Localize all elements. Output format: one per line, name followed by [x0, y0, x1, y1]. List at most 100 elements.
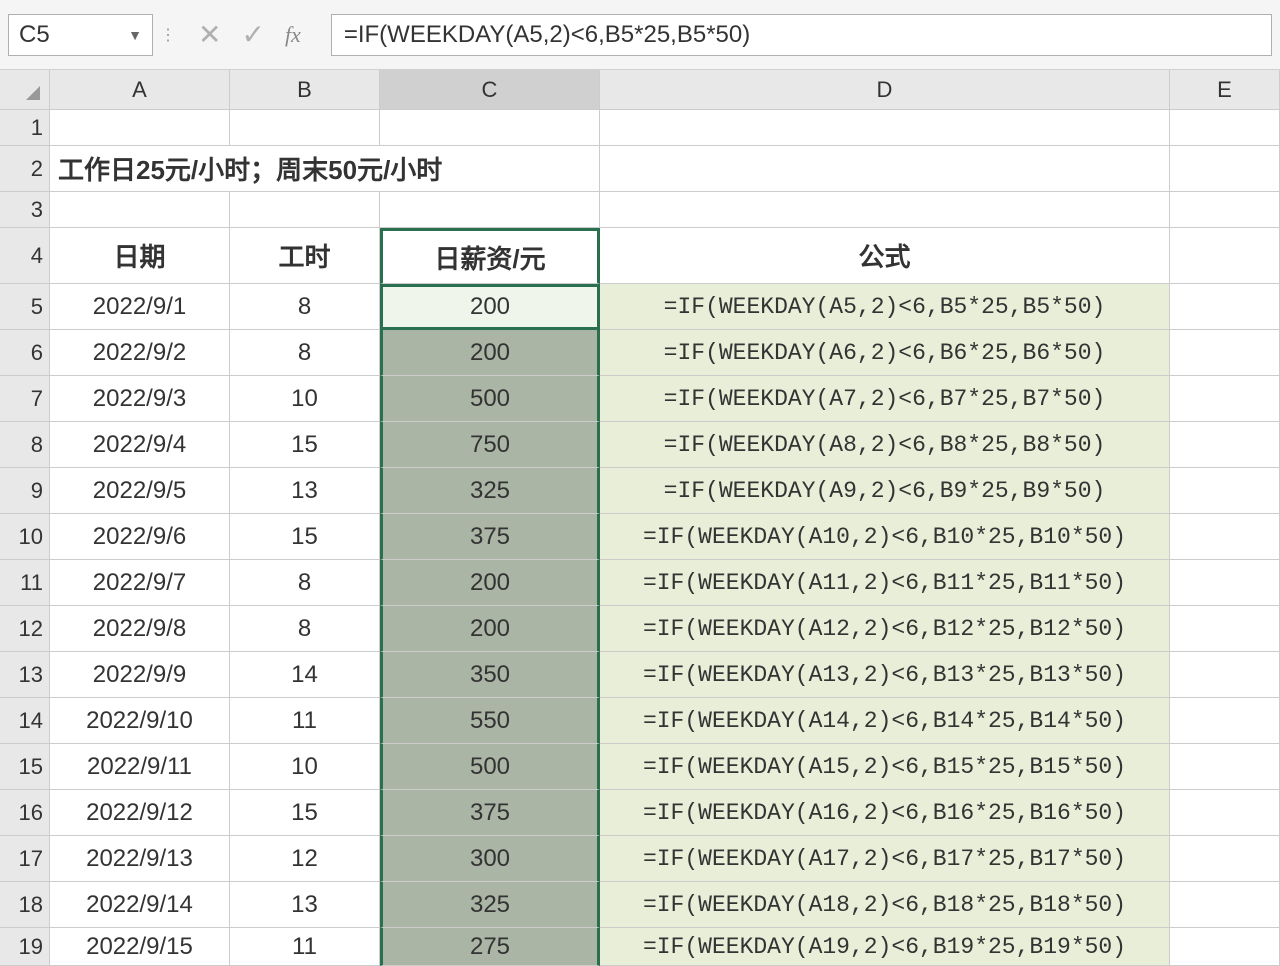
cell-formula[interactable]: =IF(WEEKDAY(A7,2)<6,B7*25,B7*50)	[600, 376, 1170, 422]
fx-icon[interactable]: fx	[285, 22, 301, 48]
cell-formula[interactable]: =IF(WEEKDAY(A19,2)<6,B19*25,B19*50)	[600, 928, 1170, 966]
cell-date[interactable]: 2022/9/15	[50, 928, 230, 966]
cell-date[interactable]: 2022/9/4	[50, 422, 230, 468]
cell-empty[interactable]	[1170, 652, 1280, 698]
cell-date[interactable]: 2022/9/1	[50, 284, 230, 330]
cell-salary[interactable]: 325	[380, 882, 600, 928]
cell-date[interactable]: 2022/9/6	[50, 514, 230, 560]
cell-hours[interactable]: 8	[230, 284, 380, 330]
cell-formula[interactable]: =IF(WEEKDAY(A16,2)<6,B16*25,B16*50)	[600, 790, 1170, 836]
cell-formula[interactable]: =IF(WEEKDAY(A9,2)<6,B9*25,B9*50)	[600, 468, 1170, 514]
cell-empty[interactable]	[1170, 468, 1280, 514]
cell-salary[interactable]: 200	[380, 330, 600, 376]
cell-a3[interactable]	[50, 192, 230, 228]
cell-hours[interactable]: 10	[230, 376, 380, 422]
cell-c3[interactable]	[380, 192, 600, 228]
cell-salary[interactable]: 750	[380, 422, 600, 468]
cell-empty[interactable]	[1170, 744, 1280, 790]
header-hours[interactable]: 工时	[230, 228, 380, 284]
cell-formula[interactable]: =IF(WEEKDAY(A11,2)<6,B11*25,B11*50)	[600, 560, 1170, 606]
row-header-19[interactable]: 19	[0, 928, 50, 966]
cell-date[interactable]: 2022/9/9	[50, 652, 230, 698]
cell-d1[interactable]	[600, 110, 1170, 146]
cell-date[interactable]: 2022/9/5	[50, 468, 230, 514]
cell-empty[interactable]	[1170, 376, 1280, 422]
cell-empty[interactable]	[1170, 928, 1280, 966]
row-header-10[interactable]: 10	[0, 514, 50, 560]
header-salary[interactable]: 日薪资/元	[380, 228, 600, 284]
cell-hours[interactable]: 15	[230, 514, 380, 560]
cell-b1[interactable]	[230, 110, 380, 146]
cell-salary[interactable]: 375	[380, 790, 600, 836]
cell-hours[interactable]: 12	[230, 836, 380, 882]
cell-d3[interactable]	[600, 192, 1170, 228]
cell-salary[interactable]: 500	[380, 744, 600, 790]
column-header-c[interactable]: C	[380, 70, 600, 110]
cell-hours[interactable]: 14	[230, 652, 380, 698]
name-box[interactable]: C5 ▼	[8, 14, 153, 56]
dropdown-arrow-icon[interactable]: ▼	[128, 27, 142, 43]
formula-input[interactable]: =IF(WEEKDAY(A5,2)<6,B5*25,B5*50)	[331, 14, 1272, 56]
cell-empty[interactable]	[1170, 284, 1280, 330]
row-header-7[interactable]: 7	[0, 376, 50, 422]
row-header-13[interactable]: 13	[0, 652, 50, 698]
cell-hours[interactable]: 10	[230, 744, 380, 790]
cell-salary[interactable]: 300	[380, 836, 600, 882]
cell-date[interactable]: 2022/9/2	[50, 330, 230, 376]
cell-date[interactable]: 2022/9/10	[50, 698, 230, 744]
cell-hours[interactable]: 8	[230, 330, 380, 376]
column-header-b[interactable]: B	[230, 70, 380, 110]
cell-empty[interactable]	[1170, 882, 1280, 928]
cell-empty[interactable]	[1170, 560, 1280, 606]
cell-date[interactable]: 2022/9/8	[50, 606, 230, 652]
cell-formula[interactable]: =IF(WEEKDAY(A5,2)<6,B5*25,B5*50)	[600, 284, 1170, 330]
cell-formula[interactable]: =IF(WEEKDAY(A10,2)<6,B10*25,B10*50)	[600, 514, 1170, 560]
cancel-icon[interactable]: ✕	[198, 18, 221, 51]
cell-salary[interactable]: 275	[380, 928, 600, 966]
cell-formula[interactable]: =IF(WEEKDAY(A13,2)<6,B13*25,B13*50)	[600, 652, 1170, 698]
cell-hours[interactable]: 15	[230, 422, 380, 468]
cell-date[interactable]: 2022/9/3	[50, 376, 230, 422]
column-header-e[interactable]: E	[1170, 70, 1280, 110]
row-header-15[interactable]: 15	[0, 744, 50, 790]
cell-salary[interactable]: 375	[380, 514, 600, 560]
cell-hours[interactable]: 15	[230, 790, 380, 836]
cell-a1[interactable]	[50, 110, 230, 146]
cell-hours[interactable]: 8	[230, 606, 380, 652]
row-header-8[interactable]: 8	[0, 422, 50, 468]
cell-b3[interactable]	[230, 192, 380, 228]
cell-salary[interactable]: 200	[380, 606, 600, 652]
cell-date[interactable]: 2022/9/14	[50, 882, 230, 928]
cell-salary[interactable]: 200	[380, 284, 600, 330]
cell-salary[interactable]: 200	[380, 560, 600, 606]
cell-empty[interactable]	[1170, 422, 1280, 468]
cell-hours[interactable]: 13	[230, 468, 380, 514]
cell-a2-merged[interactable]: 工作日25元/小时；周末50元/小时	[50, 146, 600, 192]
cell-date[interactable]: 2022/9/12	[50, 790, 230, 836]
row-header-11[interactable]: 11	[0, 560, 50, 606]
cell-formula[interactable]: =IF(WEEKDAY(A12,2)<6,B12*25,B12*50)	[600, 606, 1170, 652]
header-date[interactable]: 日期	[50, 228, 230, 284]
cell-hours[interactable]: 11	[230, 928, 380, 966]
cell-formula[interactable]: =IF(WEEKDAY(A8,2)<6,B8*25,B8*50)	[600, 422, 1170, 468]
row-header-4[interactable]: 4	[0, 228, 50, 284]
cell-empty[interactable]	[1170, 698, 1280, 744]
row-header-9[interactable]: 9	[0, 468, 50, 514]
cell-formula[interactable]: =IF(WEEKDAY(A6,2)<6,B6*25,B6*50)	[600, 330, 1170, 376]
row-header-18[interactable]: 18	[0, 882, 50, 928]
row-header-1[interactable]: 1	[0, 110, 50, 146]
row-header-5[interactable]: 5	[0, 284, 50, 330]
cell-date[interactable]: 2022/9/11	[50, 744, 230, 790]
cell-formula[interactable]: =IF(WEEKDAY(A15,2)<6,B15*25,B15*50)	[600, 744, 1170, 790]
cell-hours[interactable]: 13	[230, 882, 380, 928]
cell-empty[interactable]	[1170, 606, 1280, 652]
cell-date[interactable]: 2022/9/13	[50, 836, 230, 882]
cell-e3[interactable]	[1170, 192, 1280, 228]
cell-salary[interactable]: 550	[380, 698, 600, 744]
row-header-3[interactable]: 3	[0, 192, 50, 228]
cell-empty[interactable]	[1170, 514, 1280, 560]
accept-icon[interactable]: ✓	[241, 18, 264, 51]
cell-salary[interactable]: 500	[380, 376, 600, 422]
cell-formula[interactable]: =IF(WEEKDAY(A17,2)<6,B17*25,B17*50)	[600, 836, 1170, 882]
cell-e4[interactable]	[1170, 228, 1280, 284]
